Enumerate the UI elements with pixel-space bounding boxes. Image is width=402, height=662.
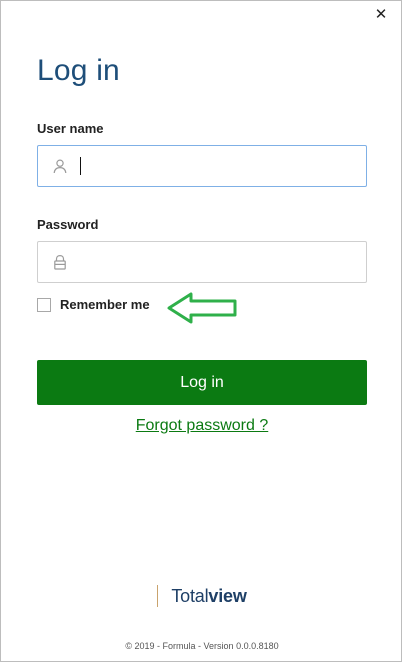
text-caret (80, 157, 81, 175)
username-label: User name (37, 121, 104, 136)
brand-logo: Totalview (1, 585, 402, 607)
close-button[interactable]: ✕ (372, 5, 390, 23)
page-title: Log in (37, 54, 120, 87)
forgot-password-link[interactable]: Forgot password ? (1, 417, 402, 435)
brand-name-part1: Total (171, 585, 209, 606)
brand-name: Totalview (171, 586, 246, 607)
left-arrow-annotation-icon (167, 292, 237, 324)
remember-me-toggle[interactable]: Remember me (37, 297, 150, 312)
password-input[interactable] (80, 242, 360, 282)
username-input[interactable] (80, 146, 360, 186)
close-icon: ✕ (374, 5, 388, 23)
login-dialog: ✕ Log in User name Password Remember me (0, 0, 402, 662)
version-footer: © 2019 - Formula - Version 0.0.0.8180 (125, 641, 279, 651)
brand-name-part2: view (208, 585, 247, 606)
lock-icon (52, 254, 68, 270)
password-field-wrap[interactable] (37, 241, 367, 283)
remember-me-label: Remember me (60, 297, 150, 312)
brand-divider (157, 585, 159, 607)
user-icon (52, 158, 68, 174)
remember-me-checkbox[interactable] (37, 297, 51, 312)
username-field-wrap[interactable] (37, 145, 367, 187)
password-label: Password (37, 217, 99, 232)
login-button[interactable]: Log in (37, 360, 367, 405)
